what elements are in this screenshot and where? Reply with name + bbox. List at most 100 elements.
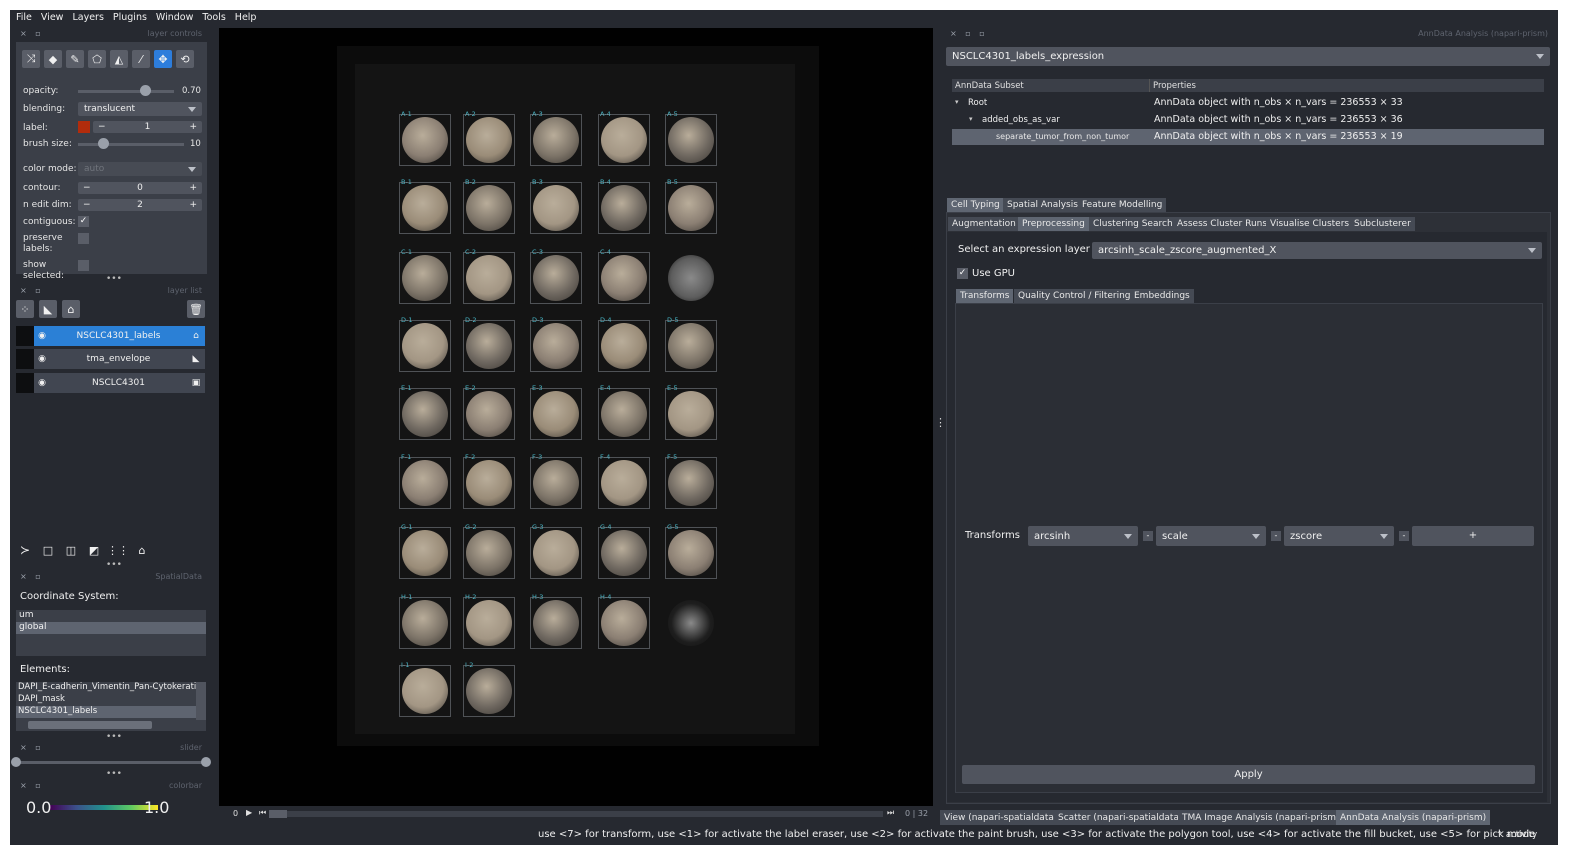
range-slider-track[interactable] <box>16 761 206 764</box>
splitter-handle-icon[interactable]: ••• <box>106 732 122 742</box>
tab-cell-typing[interactable]: Cell Typing <box>947 198 1004 212</box>
dim-slider-handle[interactable] <box>269 810 287 818</box>
splitter-handle-icon[interactable]: ••• <box>106 560 122 570</box>
tissue-core[interactable] <box>601 185 647 231</box>
roll-dims-icon[interactable]: ◫ <box>62 541 80 559</box>
opacity-slider-handle[interactable] <box>140 85 152 96</box>
tissue-core[interactable] <box>402 117 448 163</box>
remove-transform-button[interactable]: - <box>1271 531 1281 541</box>
tab-view-spatialdata[interactable]: View (napari-spatialdata) <box>940 810 1062 825</box>
tissue-core[interactable] <box>466 460 512 506</box>
dock-float-close-icon[interactable]: × ▫ <box>20 286 44 295</box>
tree-row[interactable]: separate_tumor_from_non_tumor AnnData ob… <box>952 129 1544 145</box>
menu-plugins[interactable]: Plugins <box>113 12 147 23</box>
new-shapes-layer-icon[interactable]: ◣ <box>39 300 57 318</box>
tissue-core[interactable] <box>533 255 579 301</box>
apply-button[interactable]: Apply <box>962 765 1535 784</box>
tissue-core[interactable] <box>601 460 647 506</box>
tissue-core[interactable] <box>668 530 714 576</box>
list-item[interactable]: global <box>16 622 206 634</box>
tissue-core[interactable] <box>533 600 579 646</box>
use-gpu-checkbox[interactable]: ✓ <box>957 268 968 279</box>
brush-size-slider[interactable] <box>78 143 184 146</box>
color-mode-dropdown[interactable]: auto <box>78 162 202 176</box>
add-transform-button[interactable]: + <box>1412 526 1534 546</box>
tissue-core[interactable] <box>402 460 448 506</box>
tissue-core[interactable] <box>402 323 448 369</box>
splitter-handle-icon[interactable]: ••• <box>106 274 122 284</box>
tissue-core[interactable] <box>601 255 647 301</box>
tissue-core[interactable] <box>533 185 579 231</box>
minus-icon[interactable]: − <box>98 122 106 132</box>
shuffle-colors-icon[interactable]: ⤨ <box>22 50 40 68</box>
minus-icon[interactable]: − <box>83 183 91 193</box>
plus-icon[interactable]: + <box>189 183 197 193</box>
menu-file[interactable]: File <box>16 12 32 23</box>
show-selected-checkbox[interactable] <box>78 260 89 271</box>
menu-view[interactable]: View <box>41 12 64 23</box>
tissue-core[interactable] <box>533 460 579 506</box>
eraser-icon[interactable]: ◆ <box>44 50 62 68</box>
splitter-handle-icon[interactable]: ••• <box>106 769 122 779</box>
tab-scatter-spatialdata[interactable]: Scatter (napari-spatialdata) <box>1054 810 1187 825</box>
expression-layer-select[interactable]: arcsinh_scale_zscore_augmented_X <box>1092 242 1542 259</box>
ndisplay-square-icon[interactable]: □ <box>39 541 57 559</box>
dock-float-close-icon[interactable]: × ▫ <box>20 781 44 790</box>
tissue-core[interactable] <box>466 391 512 437</box>
splitter-handle-icon[interactable]: ⋮ <box>935 416 946 429</box>
eye-icon[interactable]: ◉ <box>34 331 50 341</box>
menu-help[interactable]: Help <box>235 12 257 23</box>
tissue-core[interactable] <box>668 323 714 369</box>
label-color-swatch[interactable] <box>78 121 90 133</box>
n-edit-dim-spinbox[interactable]: − 2 + <box>78 199 202 211</box>
expression-layer-dropdown[interactable]: NSCLC4301_labels_expression <box>946 47 1550 66</box>
tissue-core[interactable] <box>668 255 714 301</box>
tab-subclusterer[interactable]: Subclusterer <box>1350 217 1415 231</box>
tissue-core[interactable] <box>668 460 714 506</box>
new-labels-layer-icon[interactable]: ⌂ <box>62 300 80 318</box>
list-item[interactable]: NSCLC4301_labels <box>16 706 196 718</box>
tab-spatial-analysis[interactable]: Spatial Analysis <box>1003 198 1082 212</box>
new-points-layer-icon[interactable]: ⁘ <box>16 300 34 318</box>
contiguous-checkbox[interactable]: ✓ <box>78 216 89 227</box>
vertical-scrollbar[interactable] <box>196 682 206 720</box>
tab-assess-cluster-runs[interactable]: Assess Cluster Runs <box>1173 217 1272 231</box>
dock-float-close-icon[interactable]: × ▫ ▫ <box>950 29 988 38</box>
tab-tma-image-analysis[interactable]: TMA Image Analysis (napari-prism) <box>1178 810 1344 825</box>
transpose-icon[interactable]: ◩ <box>85 541 103 559</box>
tissue-core[interactable] <box>533 530 579 576</box>
activity-toggle[interactable]: ⌃ activity <box>1496 830 1537 840</box>
console-icon[interactable]: ≻ <box>16 541 34 559</box>
tab-preprocessing[interactable]: Preprocessing <box>1018 217 1089 231</box>
list-item[interactable]: um <box>16 610 206 622</box>
tissue-core[interactable] <box>402 668 448 714</box>
menu-window[interactable]: Window <box>156 12 193 23</box>
tissue-core[interactable] <box>466 668 512 714</box>
transform-select[interactable]: scale <box>1156 526 1266 546</box>
transform-icon[interactable]: ⟲ <box>176 50 194 68</box>
tissue-core[interactable] <box>402 391 448 437</box>
tissue-core[interactable] <box>466 185 512 231</box>
tissue-core[interactable] <box>601 391 647 437</box>
opacity-slider[interactable] <box>78 90 174 93</box>
transform-select[interactable]: zscore <box>1284 526 1394 546</box>
dock-float-close-icon[interactable]: × ▫ <box>20 29 44 38</box>
viewer-canvas[interactable]: A-1 A-2 A-3 A-4 A-5 B-1 B-2 B-3 B-4 B-5 C-1 C-2 C-3 C… <box>219 28 933 806</box>
remove-transform-button[interactable]: - <box>1399 531 1409 541</box>
dim-slider-track[interactable] <box>269 811 883 817</box>
contour-spinbox[interactable]: − 0 + <box>78 182 202 194</box>
tissue-core[interactable] <box>466 530 512 576</box>
tab-augmentation[interactable]: Augmentation <box>948 217 1020 231</box>
eye-icon[interactable]: ◉ <box>34 354 50 364</box>
paint-brush-icon[interactable]: ✎ <box>66 50 84 68</box>
tissue-core[interactable] <box>601 600 647 646</box>
label-spinbox[interactable]: − 1 + <box>93 121 202 133</box>
polygon-tool-icon[interactable]: ⬠ <box>88 50 106 68</box>
tab-quality-control[interactable]: Quality Control / Filtering <box>1014 289 1135 303</box>
tissue-core[interactable] <box>668 391 714 437</box>
remove-transform-button[interactable]: - <box>1143 531 1153 541</box>
list-item[interactable]: DAPI_E-cadherin_Vimentin_Pan-Cytokerati <box>16 682 196 694</box>
tissue-core[interactable] <box>601 117 647 163</box>
horizontal-scrollbar[interactable] <box>28 721 152 729</box>
tissue-core[interactable] <box>402 600 448 646</box>
